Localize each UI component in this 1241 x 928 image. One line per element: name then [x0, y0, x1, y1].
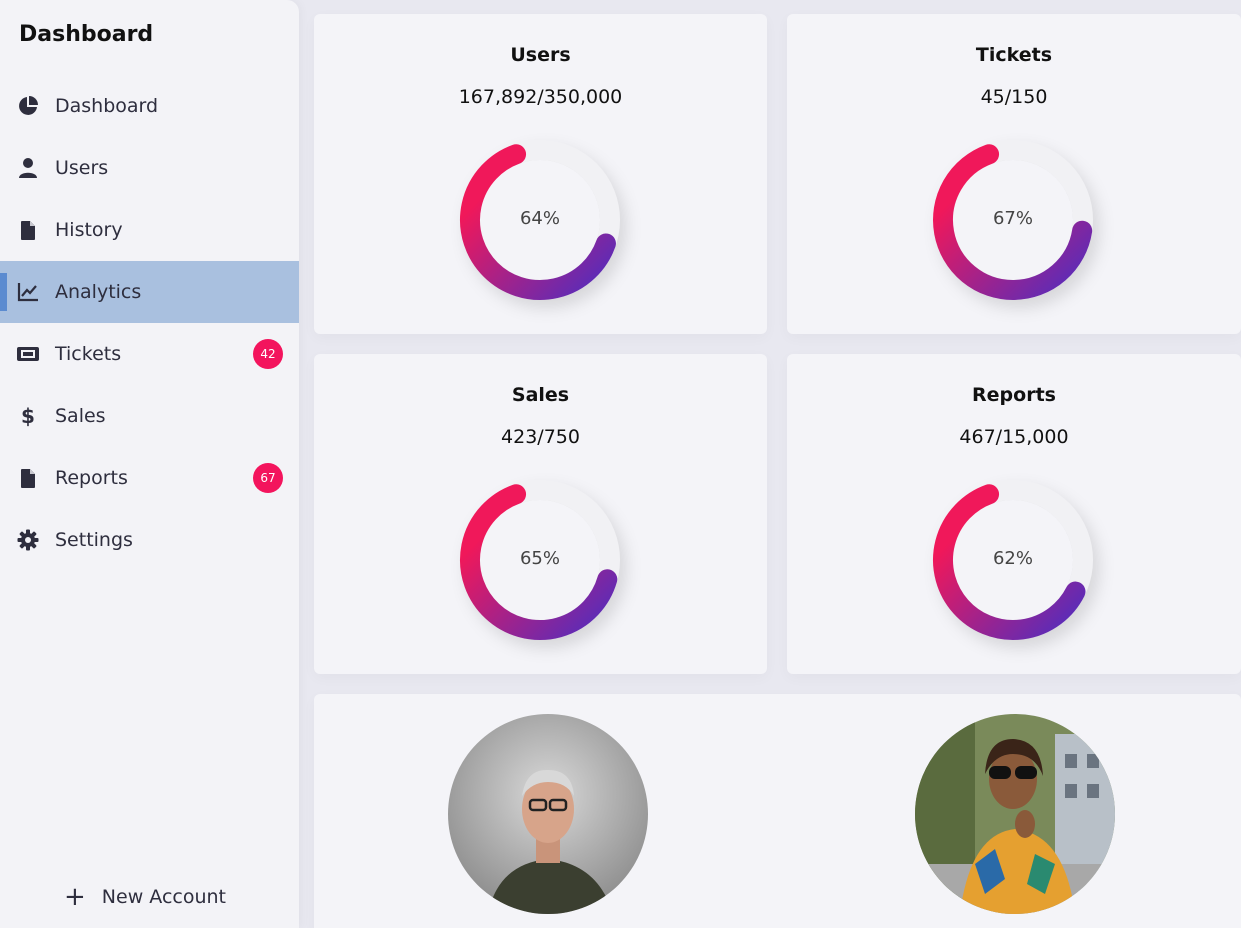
reports-badge: 67: [253, 463, 283, 493]
sidebar-item-settings[interactable]: Settings: [0, 509, 299, 571]
card-count: 467/15,000: [959, 426, 1069, 448]
card-title: Reports: [972, 384, 1056, 406]
sidebar-item-label: Sales: [55, 405, 106, 427]
sidebar-item-label: Dashboard: [55, 95, 159, 117]
sidebar-item-tickets[interactable]: Tickets 42: [0, 323, 299, 385]
donut-percent: 64%: [519, 208, 560, 229]
file-icon: [16, 218, 40, 242]
sidebar-item-label: Analytics: [55, 281, 142, 303]
card-title: Sales: [511, 384, 570, 406]
line-chart-icon: [16, 280, 40, 304]
new-account-button[interactable]: + New Account: [64, 884, 226, 910]
card-count: 423/750: [501, 426, 580, 448]
svg-text:$: $: [21, 405, 35, 427]
ticket-icon: [16, 342, 40, 366]
avatar[interactable]: [915, 714, 1115, 914]
user-icon: [16, 156, 40, 180]
sidebar-item-analytics[interactable]: Analytics: [0, 261, 299, 323]
brand-title: Dashboard: [19, 22, 154, 47]
sidebar-item-reports[interactable]: Reports 67: [0, 447, 299, 509]
donut-percent: 62%: [992, 548, 1033, 569]
new-account-label: New Account: [101, 886, 226, 908]
plus-icon: +: [64, 882, 86, 912]
sidebar-item-history[interactable]: History: [0, 199, 299, 261]
sidebar-nav: Dashboard Users History Analytics Ticket…: [0, 75, 299, 571]
sidebar-item-sales[interactable]: $ Sales: [0, 385, 299, 447]
stat-card-reports: Reports 467/15,000 62%: [787, 354, 1241, 674]
sidebar-item-dashboard[interactable]: Dashboard: [0, 75, 299, 137]
card-count: 45/150: [980, 86, 1048, 108]
team-card: [314, 694, 1241, 928]
tickets-badge: 42: [253, 339, 283, 369]
avatar[interactable]: [448, 714, 648, 914]
sidebar-item-label: Reports: [55, 467, 128, 489]
stat-card-sales: Sales 423/750 65%: [314, 354, 767, 674]
stat-card-users: Users 167,892/350,000 64%: [314, 14, 767, 334]
sidebar-item-label: Settings: [55, 529, 133, 551]
donut-percent: 67%: [992, 208, 1033, 229]
pie-chart-icon: [16, 94, 40, 118]
stat-card-tickets: Tickets 45/150 67%: [787, 14, 1241, 334]
donut-percent: 65%: [519, 548, 560, 569]
sidebar-item-users[interactable]: Users: [0, 137, 299, 199]
sidebar-item-label: Tickets: [55, 343, 122, 365]
card-title: Tickets: [975, 44, 1053, 66]
card-count: 167,892/350,000: [458, 86, 623, 108]
dollar-icon: $: [16, 404, 40, 428]
sidebar-item-label: History: [55, 219, 123, 241]
file-icon: [16, 466, 40, 490]
gear-icon: [16, 528, 40, 552]
sidebar: Dashboard Dashboard Users History Analyt…: [0, 0, 299, 928]
card-title: Users: [510, 44, 571, 66]
sidebar-item-label: Users: [55, 157, 109, 179]
